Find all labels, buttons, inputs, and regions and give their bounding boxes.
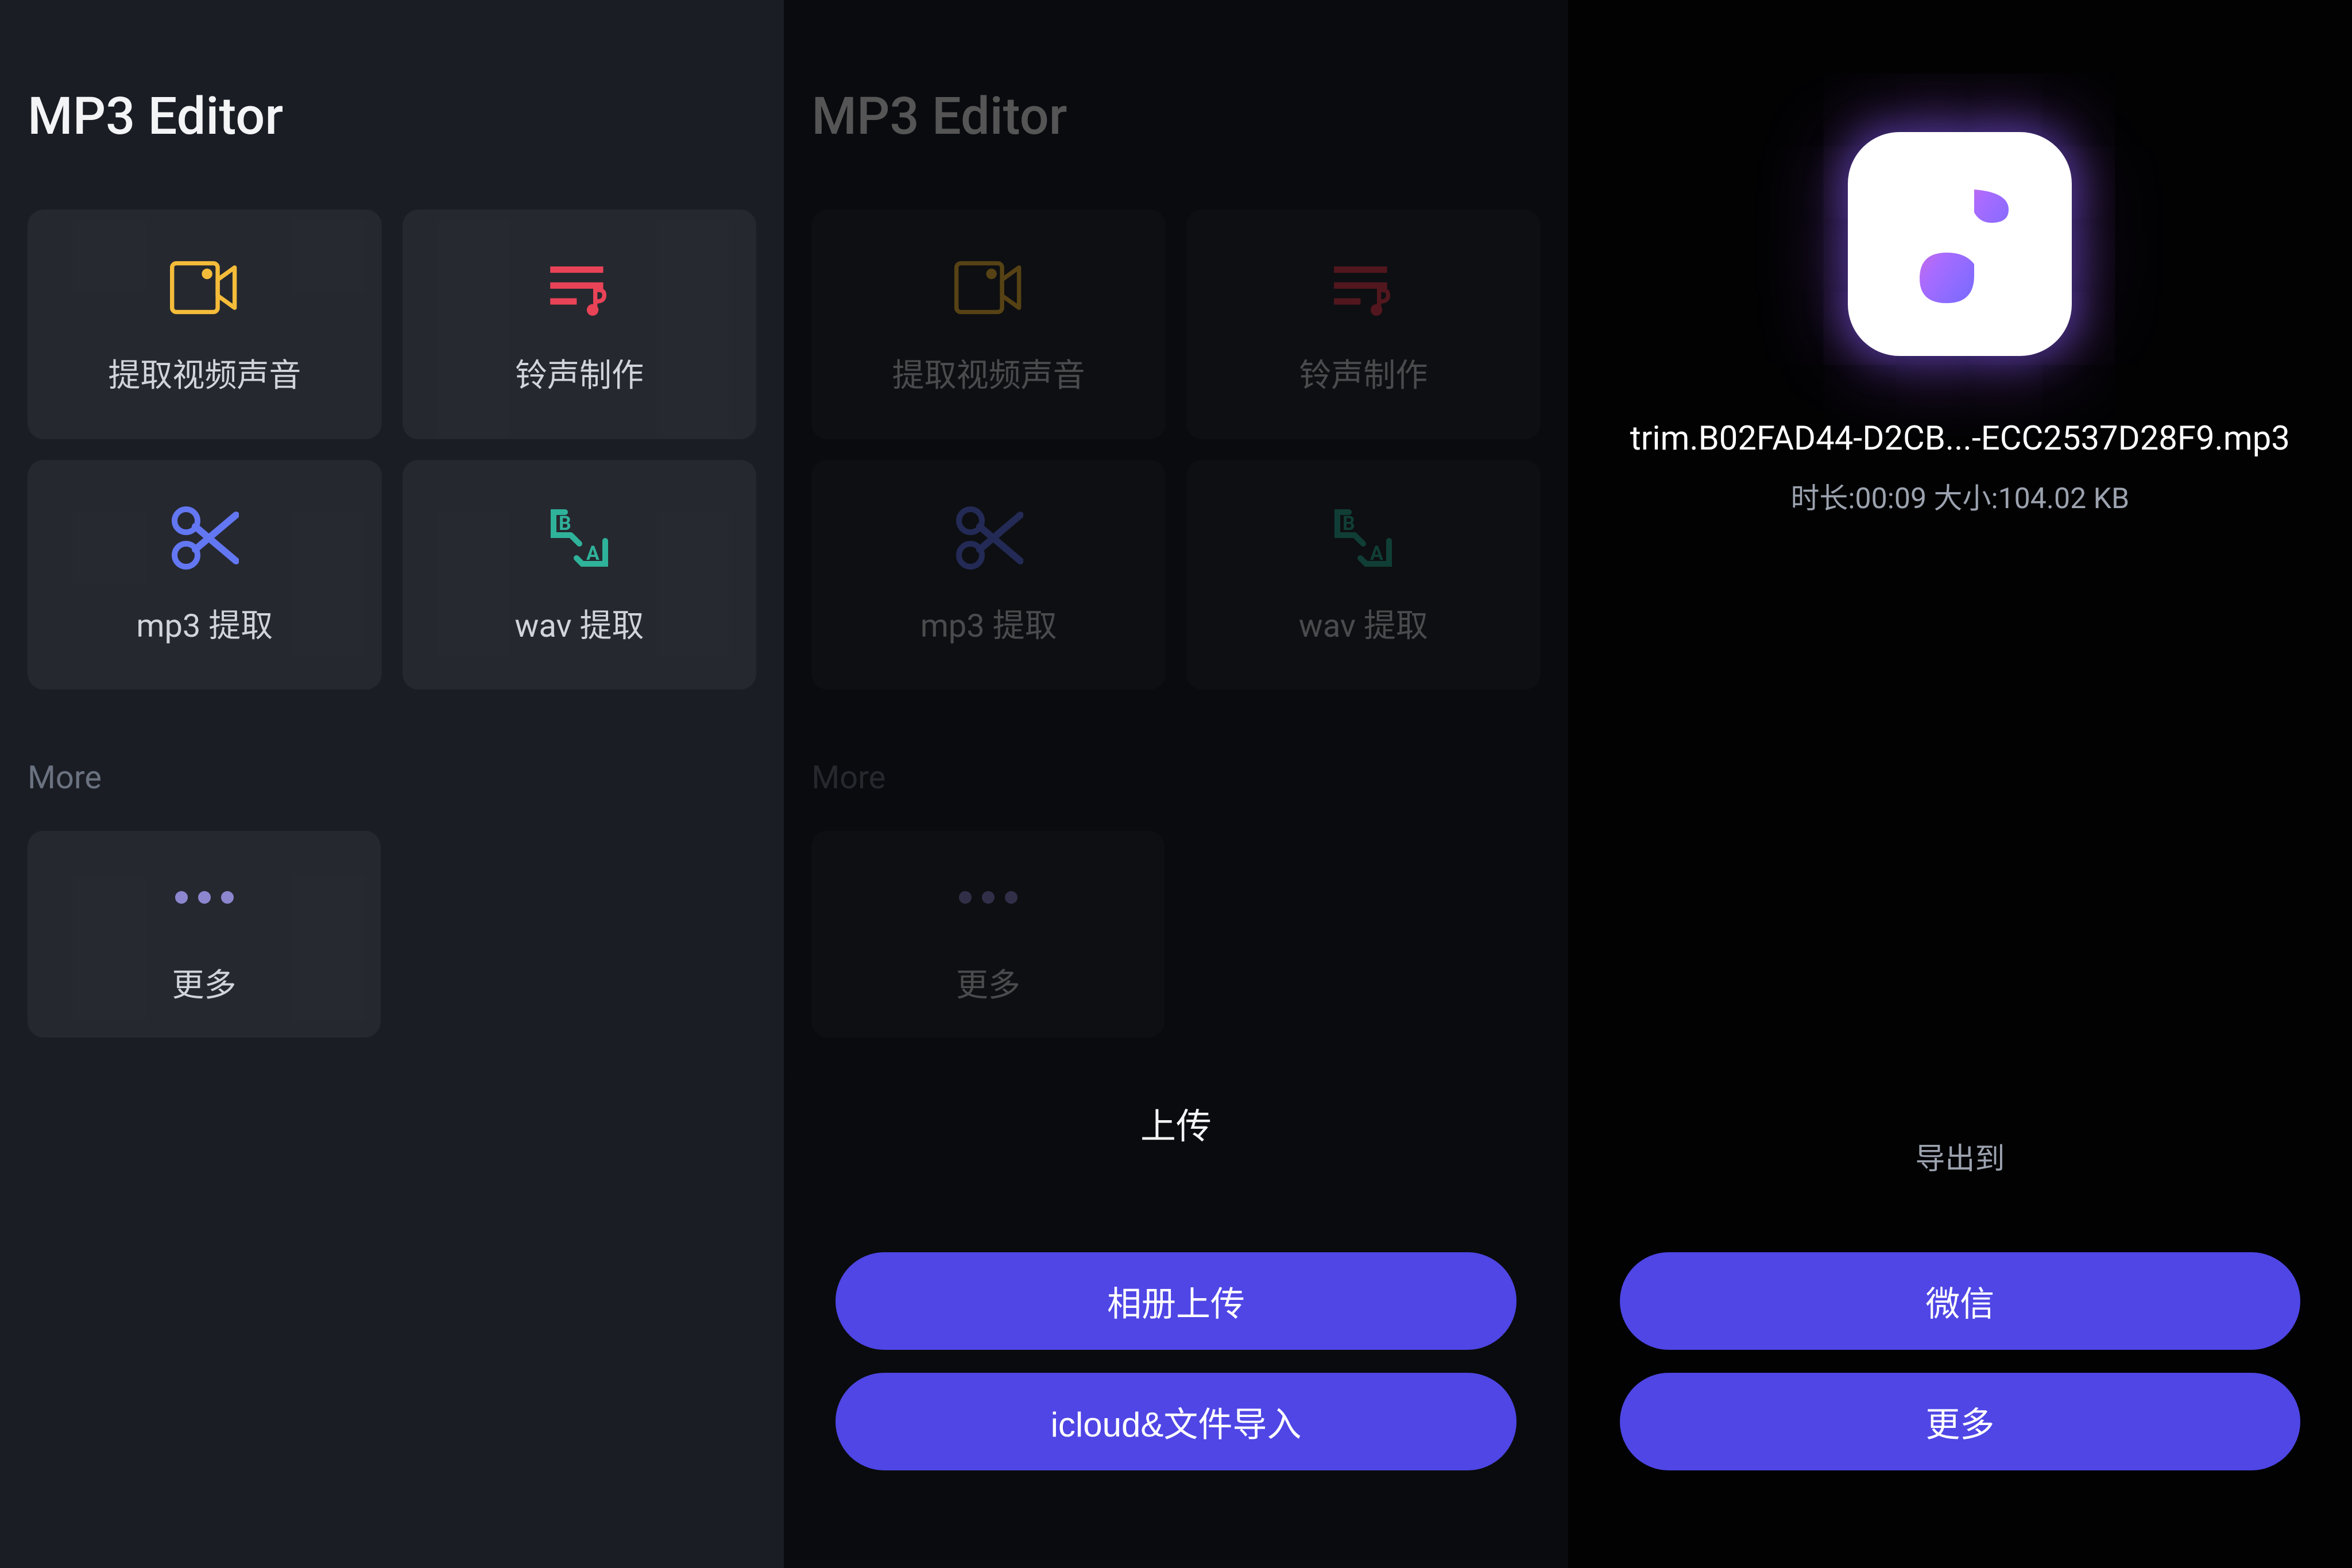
wav-extract-card: BA wav 提取 (1186, 460, 1541, 690)
button-label: icloud&文件导入 (1051, 1397, 1302, 1447)
sheet-title: 上传 (835, 1097, 1516, 1149)
section-label-more: More (28, 758, 756, 796)
ringtone-maker-card[interactable]: 铃声制作 (403, 210, 757, 439)
translate-icon: BA (1329, 504, 1398, 572)
extract-video-audio-card[interactable]: 提取视频声音 (28, 210, 382, 439)
tool-label: 铃声制作 (515, 350, 644, 396)
svg-text:B: B (1343, 512, 1355, 535)
more-tools-card[interactable]: 更多 (28, 831, 381, 1037)
ringtone-maker-card: 铃声制作 (1186, 210, 1541, 439)
scissors-icon (954, 504, 1023, 572)
filename-text: trim.B02FAD44-D2CB...-ECC2537D28F9.mp3 (1568, 419, 2352, 458)
home-screen-pane: MP3 Editor 提取视频声音 铃声制作 mp3 提取 (0, 0, 784, 1568)
ellipsis-icon (954, 863, 1023, 932)
file-preview: trim.B02FAD44-D2CB...-ECC2537D28F9.mp3 时… (1568, 0, 2352, 517)
tool-label: wav 提取 (514, 600, 644, 646)
tool-label: mp3 提取 (136, 600, 273, 646)
ellipsis-icon (170, 863, 239, 932)
tool-label: 提取视频声音 (892, 350, 1085, 396)
upload-album-button[interactable]: 相册上传 (835, 1252, 1516, 1350)
upload-bottom-sheet: 上传 相册上传 icloud&文件导入 (784, 1051, 1568, 1568)
extract-video-audio-card: 提取视频声音 (811, 210, 1166, 439)
tool-label: 提取视频声音 (108, 350, 301, 396)
video-camera-icon (170, 253, 239, 322)
export-screen-pane: trim.B02FAD44-D2CB...-ECC2537D28F9.mp3 时… (1568, 0, 2352, 1568)
export-label: 导出到 (1620, 1135, 2300, 1178)
button-label: 更多 (1925, 1397, 1994, 1447)
dimmed-background: MP3 Editor 提取视频声音 铃声制作 mp3 提取 (784, 0, 1568, 1037)
app-icon (1848, 132, 2072, 356)
section-label-more: More (811, 758, 1540, 796)
tool-label: wav 提取 (1299, 600, 1428, 646)
ringtone-list-icon (545, 253, 614, 322)
icloud-import-button[interactable]: icloud&文件导入 (835, 1373, 1516, 1470)
svg-text:A: A (586, 542, 599, 565)
tool-label: 铃声制作 (1299, 350, 1428, 396)
app-title: MP3 Editor (28, 86, 756, 146)
tools-grid: 提取视频声音 铃声制作 mp3 提取 BA wav 提取 (811, 210, 1540, 690)
wav-extract-card[interactable]: BA wav 提取 (403, 460, 757, 690)
upload-sheet-pane: MP3 Editor 提取视频声音 铃声制作 mp3 提取 (784, 0, 1568, 1568)
fileinfo-text: 时长:00:09 大小:104.02 KB (1568, 475, 2352, 517)
export-more-button[interactable]: 更多 (1620, 1373, 2300, 1470)
mp3-extract-card: mp3 提取 (811, 460, 1166, 690)
video-camera-icon (954, 253, 1023, 322)
svg-text:A: A (1370, 542, 1383, 565)
tool-label: mp3 提取 (920, 600, 1057, 646)
tools-grid: 提取视频声音 铃声制作 mp3 提取 BA wav 提取 (28, 210, 756, 690)
button-label: 微信 (1925, 1276, 1994, 1326)
ringtone-list-icon (1329, 253, 1398, 322)
more-card-label: 更多 (172, 959, 237, 1006)
scissors-icon (170, 504, 239, 572)
translate-icon: BA (545, 504, 614, 572)
svg-text:B: B (559, 512, 571, 535)
more-card-label: 更多 (956, 959, 1020, 1006)
mp3-extract-card[interactable]: mp3 提取 (28, 460, 382, 690)
button-label: 相册上传 (1107, 1276, 1245, 1326)
export-section: 导出到 微信 更多 (1568, 1135, 2352, 1568)
export-wechat-button[interactable]: 微信 (1620, 1252, 2300, 1350)
app-title: MP3 Editor (811, 86, 1540, 146)
more-tools-card: 更多 (811, 831, 1165, 1037)
music-note-icon (1888, 167, 2032, 322)
